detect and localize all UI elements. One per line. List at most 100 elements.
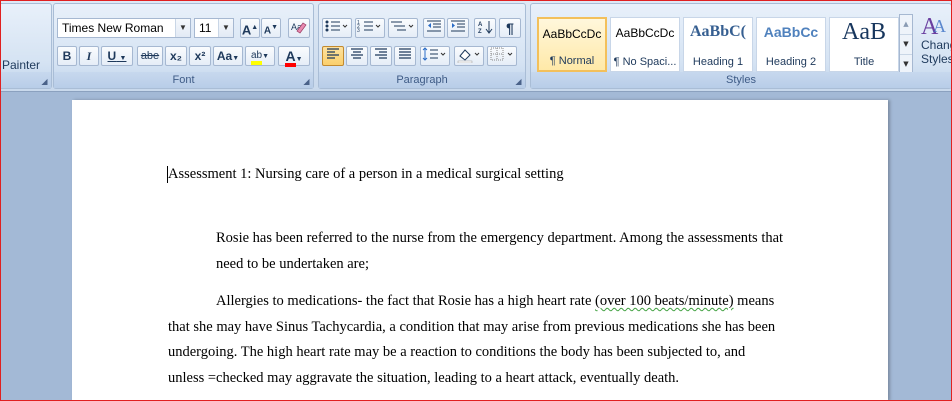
increase-indent-button[interactable] [447, 18, 469, 38]
justify-button[interactable] [394, 46, 416, 66]
font-name-input[interactable]: Times New Roman ▼ [57, 18, 191, 38]
pilcrow-icon: ¶ [506, 20, 514, 36]
scroll-up-icon[interactable]: ▲ [900, 15, 912, 34]
underline-button[interactable]: U ▼ [101, 46, 133, 66]
numbering-icon: 123 [357, 20, 381, 34]
scroll-down-icon[interactable]: ▼ [900, 34, 912, 54]
style-heading-1-sample: AaBbC( [689, 23, 746, 40]
decrease-indent-icon [427, 20, 441, 32]
clear-formatting-button[interactable]: Aa [288, 18, 310, 38]
borders-icon [490, 47, 513, 61]
paragraph-1-line-2[interactable]: need to be undertaken are; [216, 256, 369, 273]
style-normal-sample: AaBbCcDc [542, 27, 602, 41]
font-size-input[interactable]: 11 ▼ [194, 18, 234, 38]
superscript-button[interactable]: x² [189, 46, 211, 66]
sort-button[interactable]: AZ [474, 18, 496, 38]
align-center-button[interactable] [346, 46, 368, 66]
font-color-label: A [285, 49, 296, 67]
font-dialog-launcher-icon[interactable]: ◢ [302, 77, 311, 86]
format-painter-label: Painter [2, 58, 41, 72]
change-styles-button[interactable]: AA Chang Styles [917, 12, 952, 74]
style-title-name: Title [853, 56, 875, 68]
strikethrough-button[interactable]: abe [137, 46, 163, 66]
paragraph-2-line-1[interactable]: Allergies to medications- the fact that … [216, 293, 774, 310]
decrease-indent-button[interactable] [423, 18, 445, 38]
font-group-label: Font [54, 72, 313, 88]
font-size-value: 11 [199, 21, 212, 35]
style-no-spacing-tile[interactable]: AaBbCcDc ¶ No Spaci... [610, 17, 680, 72]
grow-font-button[interactable]: A▲ [240, 18, 260, 38]
paragraph-2-line-3[interactable]: undergoing. The high heart rate may be a… [168, 344, 745, 361]
numbering-button[interactable]: 123 [355, 18, 385, 38]
chevron-down-icon[interactable]: ▼ [175, 19, 190, 37]
align-center-icon [351, 48, 363, 59]
bullets-button[interactable] [322, 18, 352, 38]
highlight-button[interactable]: ab▼ [245, 46, 275, 66]
style-heading-1-tile[interactable]: AaBbC( Heading 1 [683, 17, 753, 72]
align-left-button[interactable] [322, 46, 344, 66]
highlight-label: ab [250, 50, 263, 65]
style-heading-2-tile[interactable]: AaBbCc Heading 2 [756, 17, 826, 72]
paragraph-1-line-1[interactable]: Rosie has been referred to the nurse fro… [216, 230, 783, 247]
gallery-more-icon[interactable]: ▼ [900, 54, 912, 73]
bold-button[interactable]: B [57, 46, 77, 66]
paragraph-dialog-launcher-icon[interactable]: ◢ [514, 77, 523, 86]
change-styles-icon: AA [921, 14, 946, 38]
underline-label: U [107, 49, 117, 63]
paragraph-2-line-4[interactable]: unless =checked may aggravate the situat… [168, 370, 679, 387]
paragraph-2-line-1-end: means [733, 293, 775, 309]
styles-gallery-scrollbar[interactable]: ▲ ▼ ▼ [899, 14, 913, 74]
subscript-label: x₂ [169, 49, 182, 63]
svg-text:A: A [478, 22, 483, 28]
line-spacing-icon [422, 47, 446, 61]
paint-bucket-icon [457, 49, 480, 64]
borders-button[interactable] [487, 46, 517, 66]
multilevel-list-button[interactable] [388, 18, 418, 38]
font-color-button[interactable]: A▼ [278, 46, 310, 67]
bullets-icon [325, 20, 348, 32]
svg-text:Z: Z [478, 29, 482, 35]
paragraph-group: 123 AZ ¶ Paragraph ◢ [318, 3, 526, 89]
strikethrough-label: abe [140, 50, 160, 62]
superscript-label: x² [194, 49, 206, 63]
clipboard-group: Painter ◢ [0, 3, 52, 89]
style-no-spacing-sample: AaBbCcDc [615, 26, 675, 40]
styles-group: AaBbCcDc ¶ Normal AaBbCcDc ¶ No Spaci...… [530, 3, 952, 89]
change-styles-label-line1: Chang [921, 38, 952, 52]
bold-label: B [62, 49, 72, 63]
shading-button[interactable] [454, 46, 484, 66]
change-case-label: Aa [216, 49, 233, 63]
clipboard-dialog-launcher-icon[interactable]: ◢ [40, 77, 49, 86]
show-formatting-marks-button[interactable]: ¶ [499, 18, 521, 38]
change-case-button[interactable]: Aa▼ [213, 46, 243, 66]
style-title-sample: AaB [842, 19, 886, 45]
style-title-tile[interactable]: AaB Title [829, 17, 899, 72]
styles-group-label: Styles [531, 72, 951, 88]
align-right-button[interactable] [370, 46, 392, 66]
paragraph-2-line-2[interactable]: that she may have Sinus Tachycardia, a c… [168, 319, 775, 336]
italic-label: I [86, 49, 92, 63]
justify-icon [399, 48, 411, 59]
sort-icon: AZ [478, 21, 493, 35]
grammar-flagged-text[interactable]: (over 100 beats/minute) [595, 293, 734, 309]
style-no-spacing-name: ¶ No Spaci... [613, 56, 677, 68]
paragraph-2-line-1-start: Allergies to medications- the fact that … [216, 293, 596, 309]
document-title[interactable]: Assessment 1: Nursing care of a person i… [168, 166, 564, 183]
paragraph-group-label: Paragraph [319, 72, 525, 88]
style-heading-2-name: Heading 2 [765, 56, 817, 68]
document-page[interactable]: Assessment 1: Nursing care of a person i… [72, 100, 888, 401]
subscript-button[interactable]: x₂ [165, 46, 187, 66]
font-name-value: Times New Roman [62, 21, 164, 35]
clear-formatting-icon: Aa [291, 22, 307, 34]
style-heading-1-name: Heading 1 [692, 56, 744, 68]
align-right-icon [375, 48, 387, 59]
shrink-font-button[interactable]: A▼ [261, 18, 281, 38]
line-spacing-button[interactable] [420, 46, 450, 66]
align-left-icon [327, 48, 339, 59]
style-normal-tile[interactable]: AaBbCcDc ¶ Normal [537, 17, 607, 72]
ribbon: Painter ◢ Times New Roman ▼ 11 ▼ A▲ A▼ A… [0, 0, 952, 92]
italic-button[interactable]: I [79, 46, 99, 66]
chevron-down-icon[interactable]: ▼ [218, 19, 233, 37]
change-styles-label-line2: Styles [921, 52, 952, 66]
svg-text:A: A [933, 16, 946, 36]
